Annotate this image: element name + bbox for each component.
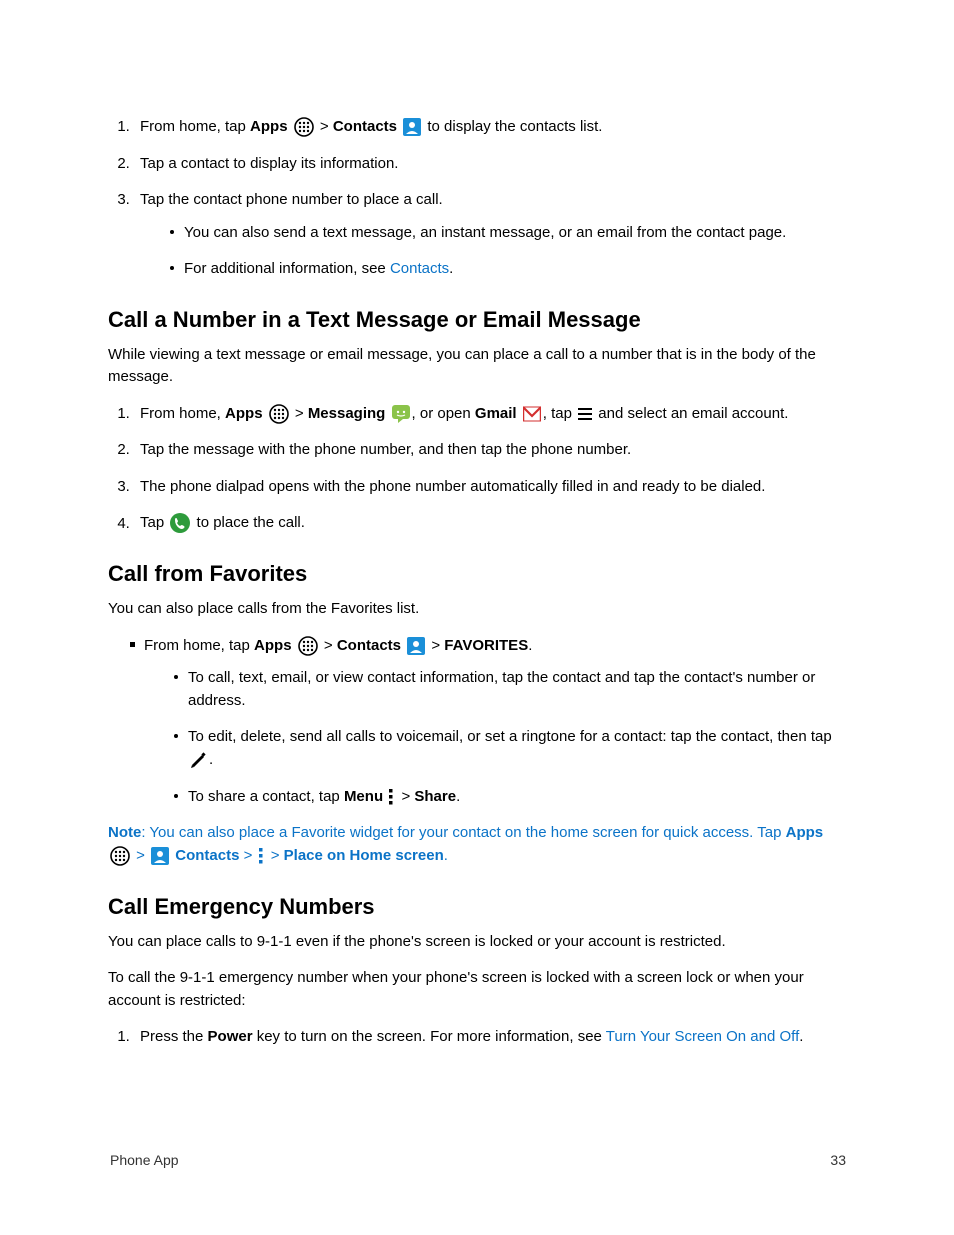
text: to display the contacts list. <box>423 118 602 135</box>
apps-icon <box>298 635 318 658</box>
favorites-main: From home, tap Apps > Contacts > FAVORIT… <box>130 635 846 809</box>
heading-call-from-favorites: Call from Favorites <box>108 557 846 590</box>
separator: > <box>267 847 284 864</box>
separator: > <box>316 118 333 135</box>
paragraph: To call the 9-1-1 emergency number when … <box>108 967 846 1012</box>
pencil-icon <box>190 749 207 772</box>
text: and select an email account. <box>594 405 788 422</box>
steps-emergency: Press the Power key to turn on the scree… <box>108 1026 846 1049</box>
note-favorite-widget: Note: You can also place a Favorite widg… <box>108 822 846 867</box>
step-1: From home, tap Apps > Contacts to displa… <box>134 116 846 139</box>
separator: > <box>291 405 308 422</box>
paragraph: You can place calls to 9-1-1 even if the… <box>108 931 846 954</box>
text: From home, tap <box>140 118 250 135</box>
heading-call-number-in-message: Call a Number in a Text Message or Email… <box>108 303 846 336</box>
text: From home, tap <box>144 637 254 654</box>
sub-list: You can also send a text message, an ins… <box>140 222 846 281</box>
hamburger-icon <box>578 403 592 426</box>
text: From home, <box>140 405 225 422</box>
step-3: The phone dialpad opens with the phone n… <box>134 476 846 499</box>
text: . <box>799 1028 803 1045</box>
separator: > <box>239 847 256 864</box>
label-apps: Apps <box>786 824 824 841</box>
paragraph: You can also place calls from the Favori… <box>108 598 846 621</box>
apps-icon <box>294 116 314 139</box>
page-body: From home, tap Apps > Contacts to displa… <box>0 0 954 1235</box>
label-gmail: Gmail <box>475 405 517 422</box>
separator: > <box>132 847 149 864</box>
footer-title: Phone App <box>110 1150 179 1171</box>
text: For additional information, see <box>184 260 390 277</box>
label-apps: Apps <box>250 118 288 135</box>
sub-item: You can also send a text message, an ins… <box>170 222 846 245</box>
apps-icon <box>269 403 289 426</box>
text: key to turn on the screen. For more info… <box>253 1028 606 1045</box>
sub-item: For additional information, see Contacts… <box>170 258 846 281</box>
note-label: Note <box>108 824 141 841</box>
messaging-icon <box>392 403 410 426</box>
text: To edit, delete, send all calls to voice… <box>188 728 832 745</box>
text: To share a contact, tap <box>188 788 344 805</box>
step-2: Tap a contact to display its information… <box>134 153 846 176</box>
text: : You can also place a Favorite widget f… <box>141 824 785 841</box>
apps-icon <box>110 845 130 868</box>
label-apps: Apps <box>254 637 292 654</box>
text: to place the call. <box>192 515 305 532</box>
sub-item: To edit, delete, send all calls to voice… <box>174 726 846 771</box>
label-messaging: Messaging <box>308 405 386 422</box>
label-contacts: Contacts <box>337 637 401 654</box>
text: , tap <box>543 405 576 422</box>
text: Tap the contact phone number to place a … <box>140 191 443 208</box>
label-power: Power <box>208 1028 253 1045</box>
contacts-icon <box>403 116 421 139</box>
label-share: Share <box>414 788 456 805</box>
text: . <box>209 751 213 768</box>
text: . <box>444 847 448 864</box>
contacts-icon <box>407 635 425 658</box>
page-number: 33 <box>830 1150 846 1171</box>
contacts-icon <box>151 845 169 868</box>
overflow-icon <box>259 845 265 868</box>
steps-message-call: From home, Apps > Messaging , or open Gm… <box>108 403 846 535</box>
step-4: Tap to place the call. <box>134 512 846 535</box>
overflow-icon <box>389 786 395 809</box>
label-contacts: Contacts <box>171 847 239 864</box>
text: Tap <box>140 515 168 532</box>
step-3: Tap the contact phone number to place a … <box>134 189 846 281</box>
text: , or open <box>412 405 475 422</box>
page-footer: Phone App 33 <box>110 1150 846 1171</box>
steps-contacts-list: From home, tap Apps > Contacts to displa… <box>108 116 846 281</box>
separator: > <box>427 637 444 654</box>
sub-item: To call, text, email, or view contact in… <box>174 667 846 712</box>
paragraph: While viewing a text message or email me… <box>108 344 846 389</box>
step-1: Press the Power key to turn on the scree… <box>134 1026 846 1049</box>
heading-emergency-numbers: Call Emergency Numbers <box>108 890 846 923</box>
favorites-list: From home, tap Apps > Contacts > FAVORIT… <box>108 635 846 809</box>
text: . <box>449 260 453 277</box>
label-apps: Apps <box>225 405 263 422</box>
text: . <box>528 637 532 654</box>
label-contacts: Contacts <box>333 118 397 135</box>
label-menu: Menu <box>344 788 383 805</box>
step-1: From home, Apps > Messaging , or open Gm… <box>134 403 846 426</box>
sub-item: To share a contact, tap Menu > Share. <box>174 786 846 809</box>
text: Press the <box>140 1028 208 1045</box>
turn-screen-link[interactable]: Turn Your Screen On and Off <box>606 1028 799 1045</box>
phone-icon <box>170 512 190 535</box>
text: . <box>456 788 460 805</box>
label-place-home: Place on Home screen <box>284 847 444 864</box>
step-2: Tap the message with the phone number, a… <box>134 439 846 462</box>
label-favorites: FAVORITES <box>444 637 528 654</box>
gmail-icon <box>523 403 541 426</box>
separator: > <box>397 788 414 805</box>
favorites-sub-list: To call, text, email, or view contact in… <box>144 667 846 808</box>
separator: > <box>320 637 337 654</box>
contacts-link[interactable]: Contacts <box>390 260 449 277</box>
